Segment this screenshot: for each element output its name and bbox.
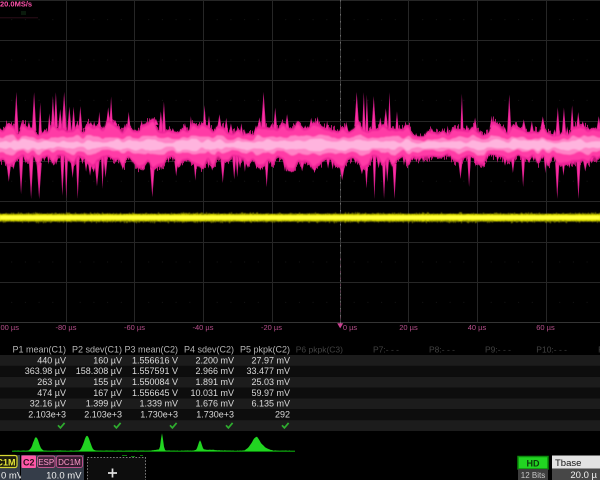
svg-text:00 µs: 00 µs <box>1 323 20 332</box>
svg-text:6.135 mV: 6.135 mV <box>251 399 290 409</box>
svg-text:DC1M: DC1M <box>58 458 81 467</box>
svg-text:40 µs: 40 µs <box>468 323 487 332</box>
svg-text:1.556645 V: 1.556645 V <box>132 388 178 398</box>
svg-text:20.0MS/s: 20.0MS/s <box>0 0 32 9</box>
svg-text:1.730e+3: 1.730e+3 <box>140 410 178 420</box>
svg-text:1.339 mV: 1.339 mV <box>139 399 178 409</box>
svg-text:160 µV: 160 µV <box>93 355 122 365</box>
svg-text:10.031 mV: 10.031 mV <box>190 388 234 398</box>
svg-text:59.97 mV: 59.97 mV <box>251 388 290 398</box>
svg-text:20.0 µ: 20.0 µ <box>570 470 597 480</box>
svg-text:P7:- - -: P7:- - - <box>373 344 399 354</box>
svg-text:-60 µs: -60 µs <box>124 323 145 332</box>
svg-text:0 µs: 0 µs <box>343 323 358 332</box>
svg-text:20 µs: 20 µs <box>399 323 418 332</box>
svg-text:2.103e+3: 2.103e+3 <box>28 410 66 420</box>
svg-text:474 µV: 474 µV <box>37 388 66 398</box>
svg-text:1.556616 V: 1.556616 V <box>132 355 178 365</box>
svg-text:P1 mean(C1): P1 mean(C1) <box>12 344 66 354</box>
svg-text:1.557591 V: 1.557591 V <box>132 366 178 376</box>
svg-text:1.550084 V: 1.550084 V <box>132 377 178 387</box>
svg-text:-20 µs: -20 µs <box>261 323 282 332</box>
svg-text:-80 µs: -80 µs <box>56 323 77 332</box>
svg-text:2.200 mV: 2.200 mV <box>195 355 234 365</box>
svg-text:60 µs: 60 µs <box>536 323 555 332</box>
svg-text:32.16 µV: 32.16 µV <box>30 399 66 409</box>
svg-text:P6 pkpk(C3): P6 pkpk(C3) <box>296 344 343 354</box>
svg-text:12 Bits: 12 Bits <box>521 471 545 480</box>
svg-text:155 µV: 155 µV <box>93 377 122 387</box>
svg-text:2.103e+3: 2.103e+3 <box>84 410 122 420</box>
svg-text:33.477 mV: 33.477 mV <box>246 366 290 376</box>
svg-text:1.730e+3: 1.730e+3 <box>196 410 234 420</box>
svg-text:2.966 mV: 2.966 mV <box>195 366 234 376</box>
svg-text:C2: C2 <box>23 457 35 467</box>
svg-text:P9:- - -: P9:- - - <box>485 344 511 354</box>
svg-text:1.399 µV: 1.399 µV <box>86 399 122 409</box>
svg-text:263 µV: 263 µV <box>37 377 66 387</box>
svg-text:1.891 mV: 1.891 mV <box>195 377 234 387</box>
svg-text:1.676 mV: 1.676 mV <box>195 399 234 409</box>
svg-text:440 µV: 440 µV <box>37 355 66 365</box>
svg-text:363.98 µV: 363.98 µV <box>25 366 66 376</box>
svg-text:P4 sdev(C2): P4 sdev(C2) <box>184 344 234 354</box>
svg-text:P10:- - -: P10:- - - <box>536 344 567 354</box>
svg-text:Tbase: Tbase <box>555 458 581 469</box>
svg-text:10.0 mV: 10.0 mV <box>46 471 82 480</box>
svg-text:P2 sdev(C1): P2 sdev(C1) <box>72 344 122 354</box>
svg-text:-40 µs: -40 µs <box>193 323 214 332</box>
svg-text:25.03 mV: 25.03 mV <box>251 377 290 387</box>
svg-text:292: 292 <box>275 410 290 420</box>
svg-text:ESP: ESP <box>38 458 54 467</box>
svg-text:DC1M: DC1M <box>0 457 16 467</box>
svg-text:167 µV: 167 µV <box>93 388 122 398</box>
svg-text:HD: HD <box>527 458 540 468</box>
svg-text:0 mV: 0 mV <box>1 471 24 480</box>
svg-text:158.308 µV: 158.308 µV <box>76 366 122 376</box>
svg-text:27.97 mV: 27.97 mV <box>251 355 290 365</box>
svg-text:P8:- - -: P8:- - - <box>429 344 455 354</box>
svg-text:P3 mean(C2): P3 mean(C2) <box>124 344 178 354</box>
svg-text:P5 pkpk(C2): P5 pkpk(C2) <box>240 344 290 354</box>
